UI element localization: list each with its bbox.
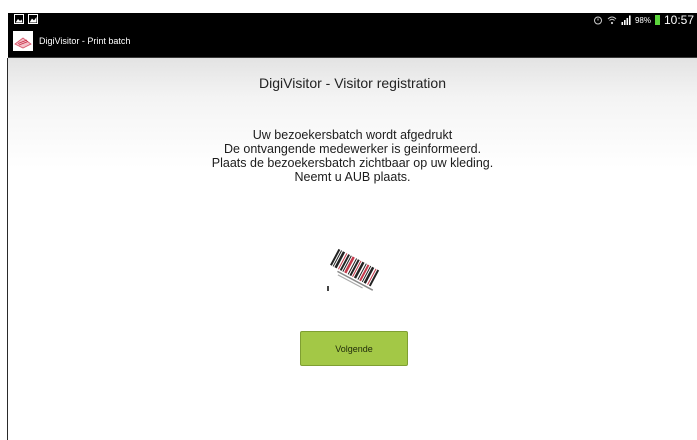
- wifi-icon: [607, 16, 617, 25]
- clock: 10:57: [663, 13, 694, 27]
- alarm-icon: [593, 16, 602, 25]
- message-line: Neemt u AUB plaats.: [294, 170, 411, 184]
- screenshot-icon: [28, 14, 38, 24]
- system-indicators: 98% 10:57: [593, 13, 694, 27]
- main-content: DigiVisitor - Visitor registration Uw be…: [8, 58, 697, 440]
- signal-icon: [621, 15, 631, 25]
- barcode-icon: [322, 241, 386, 300]
- message-line: Uw bezoekersbatch wordt afgedrukt: [252, 128, 453, 142]
- message-line: De ontvangende medewerker is geinformeer…: [223, 142, 482, 156]
- action-bar: DigiVisitor - Print batch: [8, 27, 697, 58]
- page-heading: DigiVisitor - Visitor registration: [259, 75, 446, 91]
- app-logo-icon[interactable]: [13, 31, 33, 51]
- battery-icon: [654, 15, 660, 25]
- message-line: Plaats de bezoekersbatch zichtbaar op uw…: [211, 156, 494, 170]
- instruction-message: Uw bezoekersbatch wordt afgedrukt De ont…: [8, 128, 697, 184]
- gallery-icon: [14, 14, 24, 24]
- next-button[interactable]: Volgende: [300, 331, 408, 366]
- status-bar: 98% 10:57: [8, 13, 697, 27]
- notification-icons: [14, 14, 38, 24]
- battery-percent: 98%: [634, 15, 651, 25]
- app-title: DigiVisitor - Print batch: [39, 36, 131, 46]
